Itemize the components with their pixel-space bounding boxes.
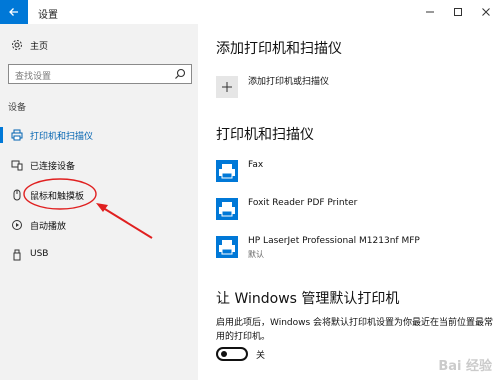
printer-item[interactable]: Foxit Reader PDF Printer: [216, 198, 496, 226]
printer-icon: [10, 128, 24, 142]
mouse-icon: [10, 188, 24, 202]
sidebar: 主页 查找设置 设备 打印机和扫描仪 已连接设备 鼠标和触摸板 自动播放 USB: [0, 24, 198, 380]
sidebar-item-label: 鼠标和触摸板: [30, 192, 85, 202]
minimize-icon: [426, 11, 434, 13]
close-icon: [482, 8, 490, 16]
default-printer-description: 启用此项后，Windows 会将默认打印机设置为你最近在当前位置最常用的打印机。: [216, 318, 494, 342]
add-printer-heading: 添加打印机和扫描仪: [216, 41, 342, 57]
watermark: Bai 经验: [438, 359, 492, 374]
connected-devices-icon: [10, 158, 24, 172]
plus-icon: [222, 82, 232, 92]
close-button[interactable]: [472, 0, 500, 24]
autoplay-icon: [10, 218, 24, 232]
settings-window: 设置 主页 查找设置 设备 打印机和扫描仪 已连接设备 鼠标和触摸板 自动播放 …: [0, 0, 500, 380]
title-bar: 设置: [0, 0, 500, 24]
printer-icon: [216, 236, 238, 258]
sidebar-item-printers[interactable]: 打印机和扫描仪: [0, 122, 198, 148]
printer-item[interactable]: Fax: [216, 160, 496, 188]
sidebar-item-mouse-touchpad[interactable]: 鼠标和触摸板: [0, 182, 198, 208]
printer-icon: [216, 198, 238, 220]
maximize-icon: [454, 8, 462, 16]
search-icon: [175, 68, 186, 79]
add-printer-label[interactable]: 添加打印机或扫描仪: [248, 74, 329, 87]
sidebar-item-label: USB: [30, 249, 49, 259]
sidebar-item-autoplay[interactable]: 自动播放: [0, 212, 198, 238]
toggle-knob: [221, 351, 227, 357]
default-printer-toggle[interactable]: [216, 347, 248, 361]
active-indicator: [0, 127, 3, 143]
sidebar-item-label: 自动播放: [30, 222, 67, 232]
printer-item[interactable]: HP LaserJet Professional M1213nf MFP 默认: [216, 236, 496, 264]
main-content: 添加打印机和扫描仪 添加打印机或扫描仪 打印机和扫描仪 Fax Foxit Re…: [198, 24, 500, 380]
maximize-button[interactable]: [444, 0, 472, 24]
sidebar-item-usb[interactable]: USB: [0, 242, 198, 268]
printer-icon: [216, 160, 238, 182]
usb-icon: [10, 248, 24, 262]
search-input[interactable]: 查找设置: [8, 64, 192, 84]
printer-name: HP LaserJet Professional M1213nf MFP: [248, 236, 420, 246]
toggle-state-label: 关: [256, 351, 266, 361]
sidebar-item-label: 已连接设备: [30, 162, 76, 172]
sidebar-item-label: 打印机和扫描仪: [30, 132, 94, 142]
sidebar-item-label: 主页: [30, 42, 49, 52]
sidebar-item-home[interactable]: 主页: [0, 32, 198, 58]
printer-name: Fax: [248, 160, 264, 170]
section-label: 设备: [8, 103, 27, 113]
add-printer-button[interactable]: [216, 76, 238, 98]
sidebar-item-connected-devices[interactable]: 已连接设备: [0, 152, 198, 178]
back-arrow-icon: [9, 8, 18, 16]
printers-heading: 打印机和扫描仪: [216, 127, 314, 143]
gear-icon: [10, 38, 24, 52]
default-printer-heading: 让 Windows 管理默认打印机: [216, 291, 400, 307]
printer-status: 默认: [248, 250, 264, 259]
back-button[interactable]: [0, 0, 28, 24]
printer-name: Foxit Reader PDF Printer: [248, 198, 358, 208]
search-placeholder: 查找设置: [15, 72, 52, 82]
window-title: 设置: [38, 10, 58, 21]
minimize-button[interactable]: [416, 0, 444, 24]
